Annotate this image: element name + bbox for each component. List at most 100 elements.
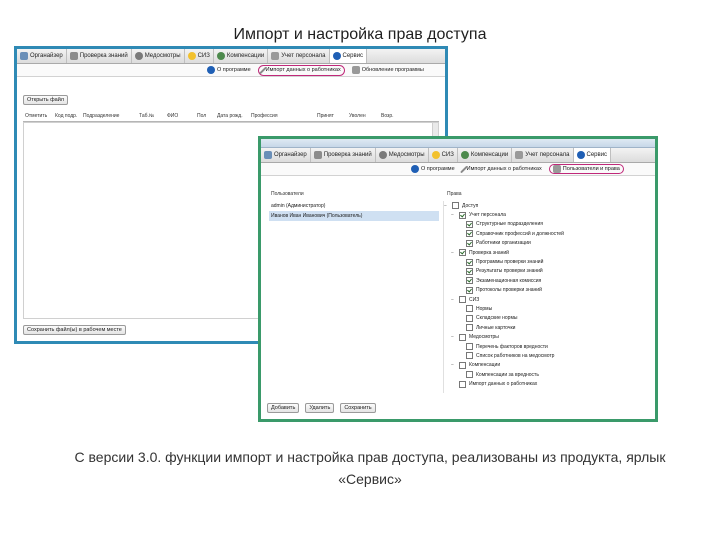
tree-checkbox[interactable] [466,314,473,322]
nav-item-2[interactable]: Проверка знаний [311,148,376,162]
tree-node[interactable]: − Проверка знаний [444,248,643,257]
tree-checkbox[interactable] [466,371,473,379]
subnav-about-label: О программе [421,166,455,172]
tree-node-label: Программы проверки знаний [476,259,544,266]
tree-checkbox[interactable] [466,305,473,313]
nav-item-1[interactable]: Органайзер [261,148,311,162]
tree-checkbox[interactable] [466,230,473,238]
column-header[interactable]: Отметить [23,111,53,121]
add-button[interactable]: Добавить [267,403,300,413]
tree-checkbox[interactable] [466,258,473,266]
tree-node[interactable]: Справочник профессий и должностей [444,229,643,238]
tree-node[interactable]: Нормы [444,304,643,313]
nav-item-3[interactable]: Медосмотры [132,49,185,63]
tree-checkbox[interactable] [466,352,473,360]
nav-item-1[interactable]: Органайзер [17,49,67,63]
save-button[interactable]: Сохранить [340,403,376,413]
column-header[interactable]: Уволен [347,111,379,121]
tree-node[interactable]: − СИЗ [444,295,643,304]
subnav-users-rights[interactable]: Пользователи и права [548,164,624,174]
tree-checkbox[interactable] [466,324,473,332]
save-to-workplace-button[interactable]: Сохранить файл(ы) в рабочем месте [23,325,126,335]
expand-toggle-icon[interactable]: − [444,203,449,209]
tree-checkbox[interactable] [459,249,466,257]
users-icon [271,52,280,60]
tree-node-label: СИЗ [469,296,480,303]
coin-icon [187,52,196,60]
tree-node[interactable]: Импорт данных о работниках [444,379,643,388]
main-nav: Органайзер Проверка знаний Медосмотры СИЗ Ко… [17,49,445,64]
tree-checkbox[interactable] [466,343,473,351]
nav-item-4[interactable]: СИЗ [429,148,458,162]
column-header[interactable]: Таб.№ [137,111,165,121]
tree-node[interactable]: Протоколы проверки знаний [444,286,643,295]
user-item-selected[interactable]: Иванов Иван Иванович (Пользователь) [269,211,439,221]
nav-item-label: Медосмотры [388,152,425,158]
subnav-import[interactable]: Импорт данных о работниках [459,165,542,174]
expand-toggle-icon[interactable]: − [451,362,456,368]
delete-button[interactable]: Удалить [305,403,335,413]
nav-item-5[interactable]: Компенсации [214,49,269,63]
column-header[interactable]: Дата рожд. [215,111,249,121]
column-header[interactable]: Подразделение [81,111,137,121]
subnav-about[interactable]: О программе [207,66,251,74]
expand-toggle-icon[interactable]: − [451,297,456,303]
tree-checkbox[interactable] [466,286,473,294]
subnav-about-label: О программе [217,67,251,73]
nav-item-5[interactable]: Компенсации [458,148,513,162]
tree-checkbox[interactable] [466,267,473,275]
tree-checkbox[interactable] [459,380,466,388]
subnav-users-rights-label: Пользователи и права [562,166,620,172]
tree-checkbox[interactable] [452,202,459,210]
tree-node[interactable]: − Компенсации [444,361,643,370]
column-header[interactable]: ФИО [165,111,195,121]
tree-node[interactable]: Перечень факторов вредности [444,342,643,351]
nav-item-3[interactable]: Медосмотры [376,148,429,162]
user-item[interactable]: admin (Администратор) [269,201,439,211]
subnav-update[interactable]: Обновление программы [351,66,424,74]
subnav-import[interactable]: Импорт данных о работниках [257,64,345,76]
tree-node[interactable]: Складские нормы [444,314,643,323]
column-header[interactable]: Пол [195,111,215,121]
tree-node[interactable]: − Медосмотры [444,332,643,341]
nav-item-label: Компенсации [470,152,509,158]
tree-checkbox[interactable] [459,211,466,219]
tree-node[interactable]: − Доступ [444,201,643,210]
column-header[interactable]: Принят [315,111,347,121]
main-nav: Органайзер Проверка знаний Медосмотры СИЗ Ко… [261,148,655,163]
tree-checkbox[interactable] [466,220,473,228]
tree-node[interactable]: Компенсации за вредность [444,370,643,379]
tree-node[interactable]: Результаты проверки знаний [444,267,643,276]
service-subnav: О программе Импорт данных о работниках П… [261,163,655,176]
tree-node[interactable]: − Учет персонала [444,210,643,219]
tree-node[interactable]: Список работников на медосмотр [444,351,643,360]
nav-item-7[interactable]: Сервис [329,49,368,63]
tree-checkbox[interactable] [466,239,473,247]
column-header[interactable]: Код подр. [53,111,81,121]
tree-node[interactable]: Личные карточки [444,323,643,332]
column-header[interactable]: Возр. [379,111,403,121]
tree-node[interactable]: Работники организации [444,239,643,248]
tree-checkbox[interactable] [459,296,466,304]
users-list: admin (Администратор) Иванов Иван Иванов… [269,201,439,221]
rights-window: Органайзер Проверка знаний Медосмотры СИЗ Ко… [258,136,658,422]
subnav-about[interactable]: О программе [411,165,455,173]
tree-node[interactable]: Экзаменационная комиссия [444,276,643,285]
nav-item-6[interactable]: Учет персонала [268,49,330,63]
info-icon [207,66,215,74]
tree-node-label: Личные карточки [476,324,516,331]
tree-node[interactable]: Программы проверки знаний [444,257,643,266]
nav-item-6[interactable]: Учет персонала [512,148,574,162]
expand-toggle-icon[interactable]: − [451,250,456,256]
tree-checkbox[interactable] [459,333,466,341]
expand-toggle-icon[interactable]: − [451,334,456,340]
tree-checkbox[interactable] [466,277,473,285]
column-header[interactable]: Профессия [249,111,315,121]
tree-node[interactable]: Структурные подразделения [444,220,643,229]
nav-item-4[interactable]: СИЗ [185,49,214,63]
open-file-button[interactable]: Открыть файл [23,95,68,105]
tree-checkbox[interactable] [459,361,466,369]
nav-item-7[interactable]: Сервис [573,148,612,162]
nav-item-2[interactable]: Проверка знаний [67,49,132,63]
expand-toggle-icon[interactable]: − [451,212,456,218]
